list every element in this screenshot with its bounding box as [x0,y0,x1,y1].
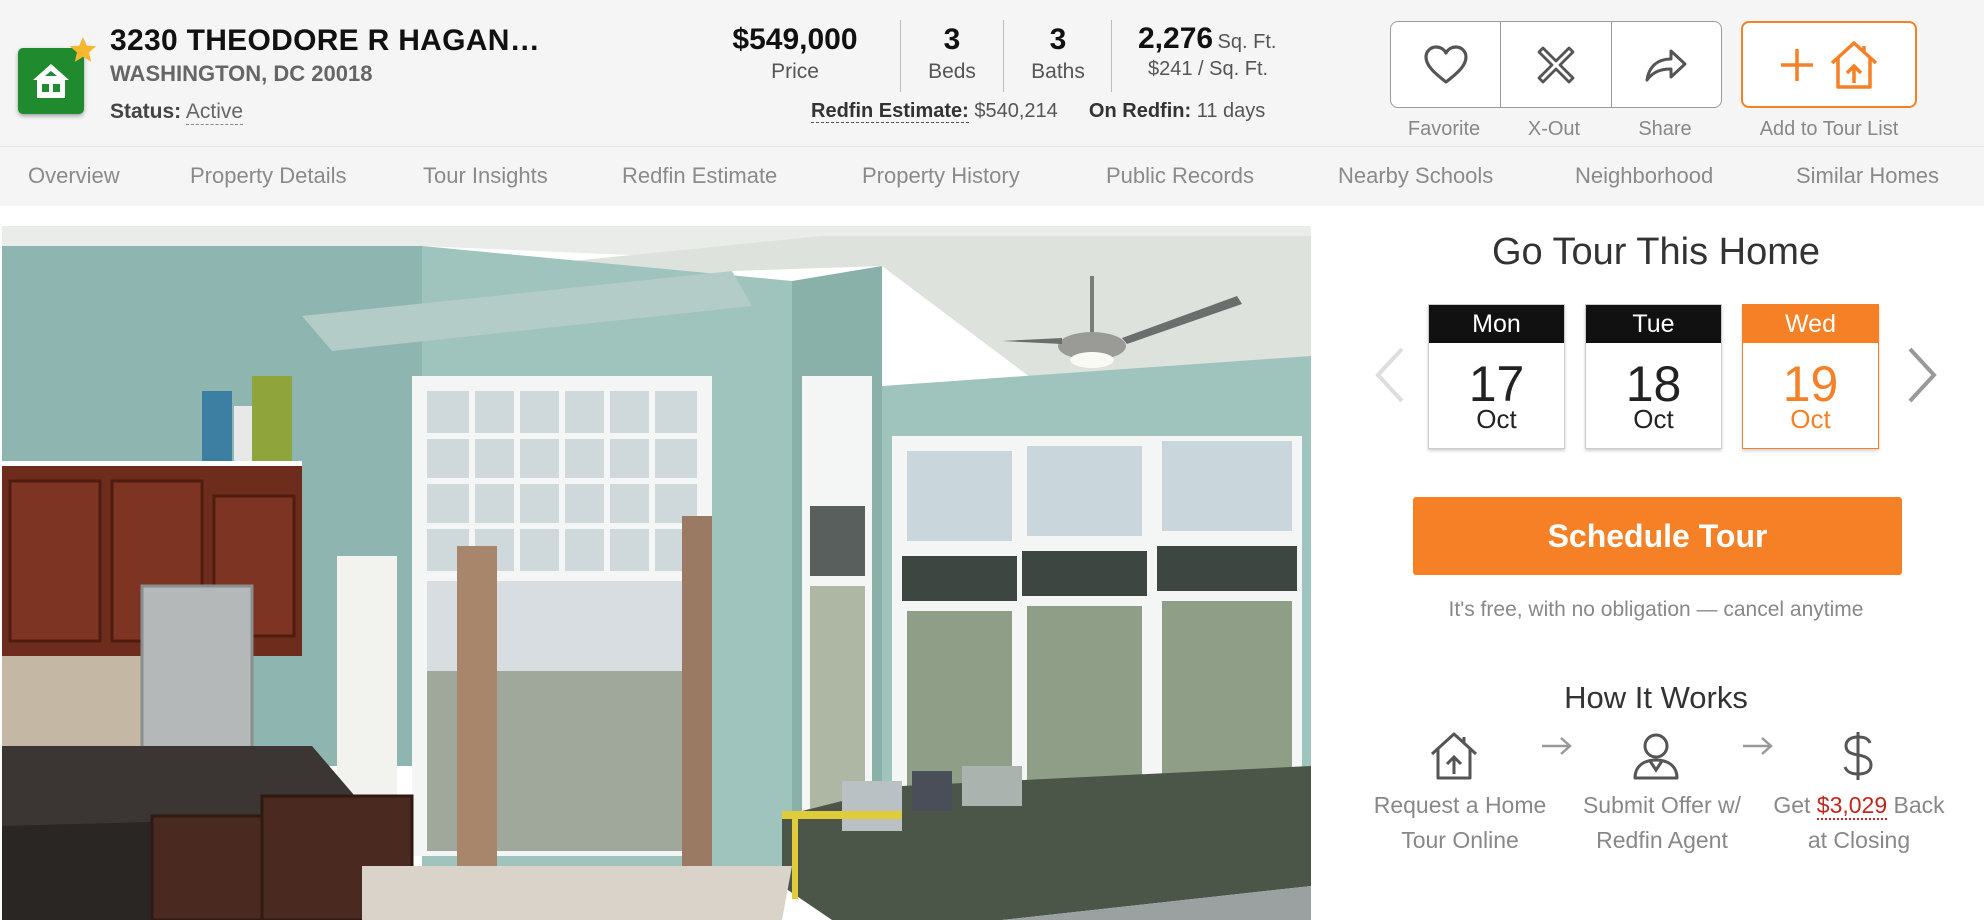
step-line: Submit Offer w/ [1582,792,1742,818]
beds-label: Beds [928,60,976,83]
status-label: Status: [110,100,182,123]
share-button[interactable] [1612,22,1721,107]
beds-value: 3 [943,23,961,56]
day-option-tue[interactable]: Tue 18 Oct [1585,304,1722,449]
step-line: Tour Online [1401,827,1519,853]
step-line: Request a Home [1373,792,1547,818]
day-name: Tue [1586,305,1721,343]
tab-nearby-schools[interactable]: Nearby Schools [1338,163,1493,189]
baths-stat: 3 Baths [1019,22,1097,86]
step-line: at Closing [1807,827,1911,853]
step-line: Redfin Agent [1596,827,1728,853]
house-upload-icon [1830,40,1878,89]
next-days-button[interactable] [1906,345,1938,410]
property-header: 3230 THEODORE R HAGAN… WASHINGTON, DC 20… [0,0,1984,146]
section-tabs: Overview Property Details Tour Insights … [0,146,1984,206]
baths-label: Baths [1031,60,1085,83]
house-upload-icon [1430,732,1478,780]
property-city: WASHINGTON, DC 20018 [110,61,373,86]
share-arrow-icon [1645,49,1687,81]
tab-overview[interactable]: Overview [28,163,120,189]
redfin-estimate-label[interactable]: Redfin Estimate: [811,100,969,123]
dollar-icon [1843,732,1873,780]
refund-amount[interactable]: $3,029 [1816,792,1888,820]
divider [1111,20,1112,92]
price-per-sqft: $241 / Sq. Ft. [1148,58,1269,80]
action-button-group [1390,21,1722,108]
day-number: 17 [1468,356,1525,412]
chevron-right-icon [1908,347,1937,403]
step-request-icon-wrap [1428,730,1480,787]
tab-tour-insights[interactable]: Tour Insights [423,163,548,189]
beds-stat: 3 Beds [920,22,984,86]
day-name: Mon [1429,305,1564,343]
step-closing-text: Get $3,029 Back at Closing [1759,788,1959,858]
xout-label: X-Out [1527,118,1581,140]
living-room-photo [2,226,1311,920]
day-number: 19 [1782,356,1839,412]
estimate-line: Redfin Estimate: $540,214 On Redfin: 11 … [811,100,1265,123]
redfin-estimate-value: $540,214 [974,100,1058,122]
chevron-left-icon [1375,347,1404,403]
divider [1003,20,1004,92]
property-photo[interactable] [2,226,1311,920]
price-value: $549,000 [732,23,858,56]
how-it-works-title: How It Works [1564,680,1748,715]
divider [900,20,901,92]
sqft-stat: 2,276 Sq. Ft. $241 / Sq. Ft. [1138,22,1276,81]
sqft-unit: Sq. Ft. [1217,31,1277,53]
tour-note: It's free, with no obligation — cancel a… [1448,598,1864,621]
step-request-text: Request a Home Tour Online [1360,788,1560,858]
add-to-tour-button[interactable] [1741,21,1917,108]
add-to-tour-label: Add to Tour List [1759,118,1899,140]
step-line: Back [1893,792,1945,818]
plus-icon [1781,48,1813,81]
tab-similar-homes[interactable]: Similar Homes [1796,163,1939,189]
step-arrow-1 [1540,735,1574,762]
day-month: Oct [1633,404,1674,434]
sqft-value: 2,276 [1138,22,1214,55]
schedule-tour-button[interactable]: Schedule Tour [1413,497,1902,575]
house-icon [33,64,69,98]
tab-public-records[interactable]: Public Records [1106,163,1254,189]
heart-icon [1424,44,1468,84]
arrow-right-icon [1542,737,1572,755]
step-dollar-icon-wrap [1840,730,1876,787]
day-option-wed[interactable]: Wed 19 Oct [1742,304,1879,449]
day-month: Oct [1790,404,1831,434]
price-stat: $549,000 Price [728,22,862,86]
price-label: Price [771,60,819,83]
on-redfin-label: On Redfin: [1088,100,1192,122]
arrow-right-icon [1743,737,1773,755]
share-label: Share [1638,118,1692,140]
tour-panel-title: Go Tour This Home [1491,231,1821,273]
home-logo[interactable] [18,36,97,114]
star-icon [69,36,97,62]
tab-property-history[interactable]: Property History [862,163,1020,189]
baths-value: 3 [1049,23,1067,56]
listing-status: Status: Active [110,100,244,125]
step-offer-text: Submit Offer w/ Redfin Agent [1562,788,1762,858]
day-name: Wed [1743,305,1878,343]
step-agent-icon-wrap [1630,730,1682,787]
step-arrow-2 [1741,735,1775,762]
agent-icon [1633,733,1679,780]
tab-neighborhood[interactable]: Neighborhood [1575,163,1713,189]
tab-redfin-estimate[interactable]: Redfin Estimate [622,163,777,189]
prev-days-button[interactable] [1374,345,1406,410]
day-option-mon[interactable]: Mon 17 Oct [1428,304,1565,449]
day-number: 18 [1625,356,1682,412]
day-month: Oct [1476,404,1517,434]
tab-property-details[interactable]: Property Details [190,163,347,189]
favorite-label: Favorite [1407,118,1481,140]
step-line: Get [1773,792,1811,818]
xout-button[interactable] [1501,22,1612,107]
x-out-icon [1537,46,1575,83]
status-value[interactable]: Active [185,100,244,125]
favorite-button[interactable] [1391,22,1502,107]
on-redfin-value: 11 days [1196,100,1266,122]
property-address: 3230 THEODORE R HAGAN… [110,24,541,57]
